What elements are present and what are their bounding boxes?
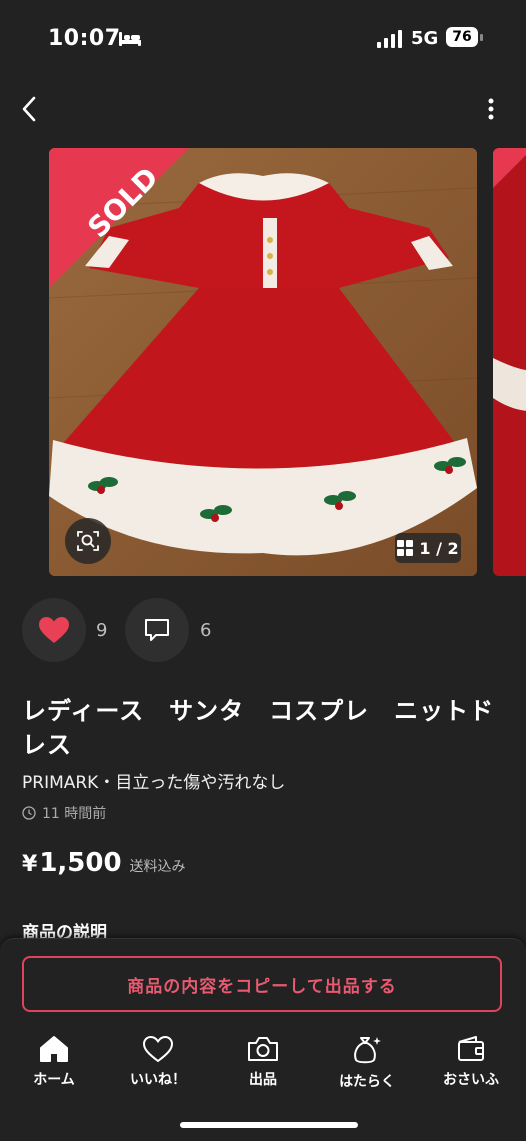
next-photo-preview[interactable]	[493, 148, 526, 576]
home-icon	[40, 1036, 68, 1062]
tab-sell-label: 出品	[249, 1072, 277, 1088]
product-photo[interactable]: SOLD 1 / 2	[49, 148, 477, 576]
battery-level: 76	[446, 27, 478, 47]
like-count: 9	[96, 620, 108, 641]
signal-icon	[377, 30, 402, 48]
comment-button[interactable]	[125, 598, 189, 662]
tab-likes[interactable]: いいね！	[113, 1035, 203, 1089]
grid-icon	[397, 540, 414, 556]
price-value: 1,500	[39, 848, 122, 878]
image-counter[interactable]: 1 / 2	[395, 533, 461, 563]
back-button[interactable]	[14, 93, 44, 125]
tab-home-label: ホーム	[33, 1072, 75, 1088]
like-button[interactable]	[22, 598, 86, 662]
brand-condition: PRIMARK・目立った傷や汚れなし	[22, 773, 286, 793]
tab-work[interactable]: はたらく	[322, 1035, 412, 1091]
tab-work-label: はたらく	[339, 1074, 395, 1090]
bottom-panel: 商品の内容をコピーして出品する ホーム いいね！ 出品 はたらく おさいふ	[0, 938, 526, 1141]
battery-icon: 76	[446, 27, 484, 49]
sold-ribbon: SOLD	[49, 148, 189, 288]
status-time: 10:07	[48, 26, 121, 51]
bag-icon	[354, 1037, 381, 1064]
chevron-left-icon	[22, 96, 36, 122]
tab-wallet-label: おさいふ	[443, 1072, 499, 1088]
posted-time-text: 11 時間前	[42, 806, 107, 822]
tab-wallet[interactable]: おさいふ	[426, 1035, 516, 1089]
more-vertical-icon	[488, 98, 494, 120]
camera-icon	[248, 1037, 278, 1061]
status-bar: 10:07 5G 76	[0, 0, 526, 80]
tab-home[interactable]: ホーム	[9, 1035, 99, 1089]
home-indicator	[180, 1122, 358, 1128]
image-counter-text: 1 / 2	[419, 538, 459, 558]
tab-likes-label: いいね！	[130, 1072, 186, 1088]
wallet-icon	[458, 1036, 484, 1061]
network-type: 5G	[411, 28, 439, 49]
scan-search-icon	[77, 531, 99, 551]
bed-icon	[119, 32, 141, 46]
product-title: レディース サンタ コスプレ ニットドレス	[22, 697, 495, 759]
price: ¥ 1,500 送料込み	[22, 848, 186, 878]
clock-icon	[22, 806, 36, 820]
tab-bar: ホーム いいね！ 出品 はたらく おさいふ	[0, 1035, 526, 1095]
copy-listing-button[interactable]: 商品の内容をコピーして出品する	[22, 956, 502, 1012]
image-search-button[interactable]	[65, 518, 111, 564]
comment-count: 6	[200, 620, 212, 641]
image-carousel[interactable]: SOLD 1 / 2	[0, 148, 526, 578]
price-currency: ¥	[22, 852, 38, 877]
comment-icon	[145, 619, 169, 641]
more-options-button[interactable]	[478, 93, 504, 125]
tab-sell[interactable]: 出品	[218, 1035, 308, 1089]
heart-icon	[39, 617, 69, 643]
posted-time: 11 時間前	[22, 803, 106, 823]
heart-outline-icon	[142, 1035, 174, 1063]
shipping-note: 送料込み	[129, 859, 186, 875]
